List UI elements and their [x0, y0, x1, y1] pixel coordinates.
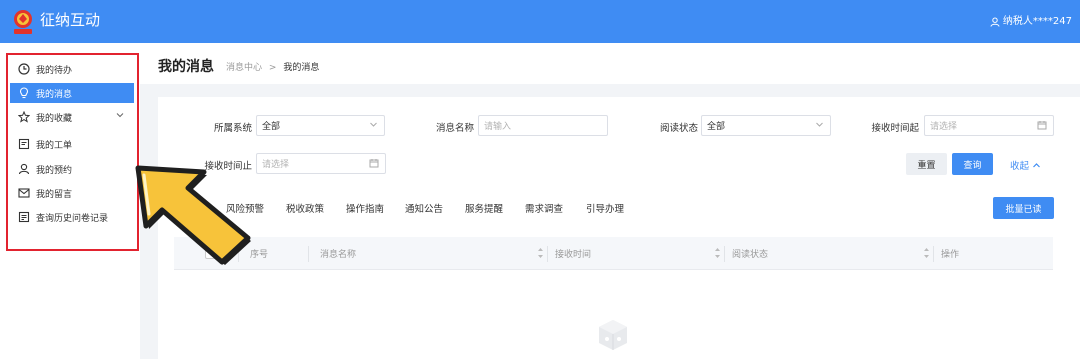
collapse-label: 收起	[1010, 161, 1030, 172]
column-divider	[724, 246, 725, 262]
sidebar-item-label: 我的收藏	[36, 113, 73, 124]
chevron-down-icon	[116, 113, 124, 118]
breadcrumb-parent[interactable]: 消息中心	[226, 63, 262, 73]
column-receive-time[interactable]: 接收时间	[555, 237, 591, 270]
pointer-arrow-icon	[135, 165, 251, 265]
sidebar-item-label: 查询历史问卷记录	[36, 213, 109, 224]
time-start-placeholder: 请选择	[930, 122, 958, 132]
list-icon	[17, 211, 30, 224]
breadcrumb-separator: >	[268, 63, 277, 73]
user-icon	[990, 17, 1000, 27]
tab-tax-policy[interactable]: 税收政策	[286, 201, 324, 215]
search-button[interactable]: 查询	[952, 153, 993, 175]
sidebar-item-label: 我的预约	[36, 165, 73, 176]
system-select-value: 全部	[262, 122, 281, 132]
user-name: 纳税人****247	[1002, 16, 1072, 27]
star-icon	[17, 111, 30, 124]
sidebar-item-comments[interactable]: 我的留言	[10, 183, 134, 203]
collapse-toggle[interactable]: 收起	[1010, 158, 1041, 172]
tab-guided-handling[interactable]: 引导办理	[586, 201, 624, 215]
read-status-select[interactable]: 全部	[701, 115, 831, 136]
sidebar-item-todo[interactable]: 我的待办	[10, 59, 134, 79]
batch-mark-read-button[interactable]: 批量已读	[993, 197, 1054, 219]
time-end-picker[interactable]: 请选择	[256, 153, 386, 174]
sort-icon[interactable]	[714, 246, 721, 260]
breadcrumb-current: 我的消息	[283, 63, 320, 73]
document-icon	[17, 138, 30, 151]
table-header: 序号 消息名称 接收时间 阅读状态 操作	[174, 237, 1053, 270]
empty-box-icon	[599, 320, 627, 350]
sidebar-item-appointments[interactable]: 我的预约	[10, 159, 134, 179]
message-name-placeholder: 请输入	[484, 122, 512, 132]
calendar-icon	[1037, 121, 1047, 130]
app-title: 征纳互动	[40, 11, 101, 29]
column-divider	[308, 246, 309, 262]
tax-emblem-logo	[14, 10, 32, 34]
lightbulb-icon	[17, 87, 30, 100]
calendar-icon	[369, 159, 379, 168]
sidebar-item-messages[interactable]: 我的消息	[10, 83, 134, 103]
sidebar-item-tickets[interactable]: 我的工单	[10, 134, 134, 154]
read-status-value: 全部	[707, 122, 726, 132]
sidebar-item-favorites[interactable]: 我的收藏	[10, 107, 134, 127]
page-title: 我的消息	[158, 59, 214, 75]
column-actions: 操作	[941, 250, 960, 260]
message-name-input[interactable]: 请输入	[478, 115, 608, 136]
user-menu[interactable]: 纳税人****247	[990, 16, 1072, 28]
chevron-down-icon	[816, 122, 823, 127]
read-status-label: 阅读状态	[659, 123, 698, 134]
sort-icon[interactable]	[923, 246, 930, 260]
tab-notices[interactable]: 通知公告	[405, 201, 443, 215]
chevron-up-icon	[1033, 162, 1040, 167]
top-bar: 征纳互动 纳税人****247	[0, 0, 1080, 43]
column-read-status[interactable]: 阅读状态	[732, 237, 768, 270]
column-message-name[interactable]: 消息名称	[320, 237, 356, 270]
sidebar-item-survey-history[interactable]: 查询历史问卷记录	[10, 207, 134, 227]
reset-button[interactable]: 重置	[906, 153, 947, 175]
page-header: 我的消息 消息中心 > 我的消息	[140, 43, 1080, 84]
mail-icon	[17, 187, 30, 200]
time-start-label: 接收时间起	[871, 123, 919, 134]
chevron-down-icon	[370, 122, 377, 127]
sidebar-item-label: 我的留言	[36, 189, 73, 200]
message-name-label: 消息名称	[435, 123, 474, 134]
tab-service-reminders[interactable]: 服务提醒	[465, 201, 503, 215]
time-start-picker[interactable]: 请选择	[924, 115, 1054, 136]
sidebar-item-label: 我的工单	[36, 140, 73, 151]
column-divider	[933, 246, 934, 262]
tab-operation-guide[interactable]: 操作指南	[346, 201, 384, 215]
sort-icon[interactable]	[537, 246, 544, 260]
system-label: 所属系统	[213, 123, 252, 134]
system-select[interactable]: 全部	[256, 115, 385, 136]
tab-demand-survey[interactable]: 需求调查	[525, 201, 563, 215]
column-divider	[547, 246, 548, 262]
breadcrumb: 消息中心 > 我的消息	[226, 60, 319, 73]
user-icon	[17, 163, 30, 176]
sidebar-item-label: 我的消息	[36, 89, 73, 100]
clock-icon	[17, 63, 30, 76]
sidebar-item-label: 我的待办	[36, 65, 73, 76]
